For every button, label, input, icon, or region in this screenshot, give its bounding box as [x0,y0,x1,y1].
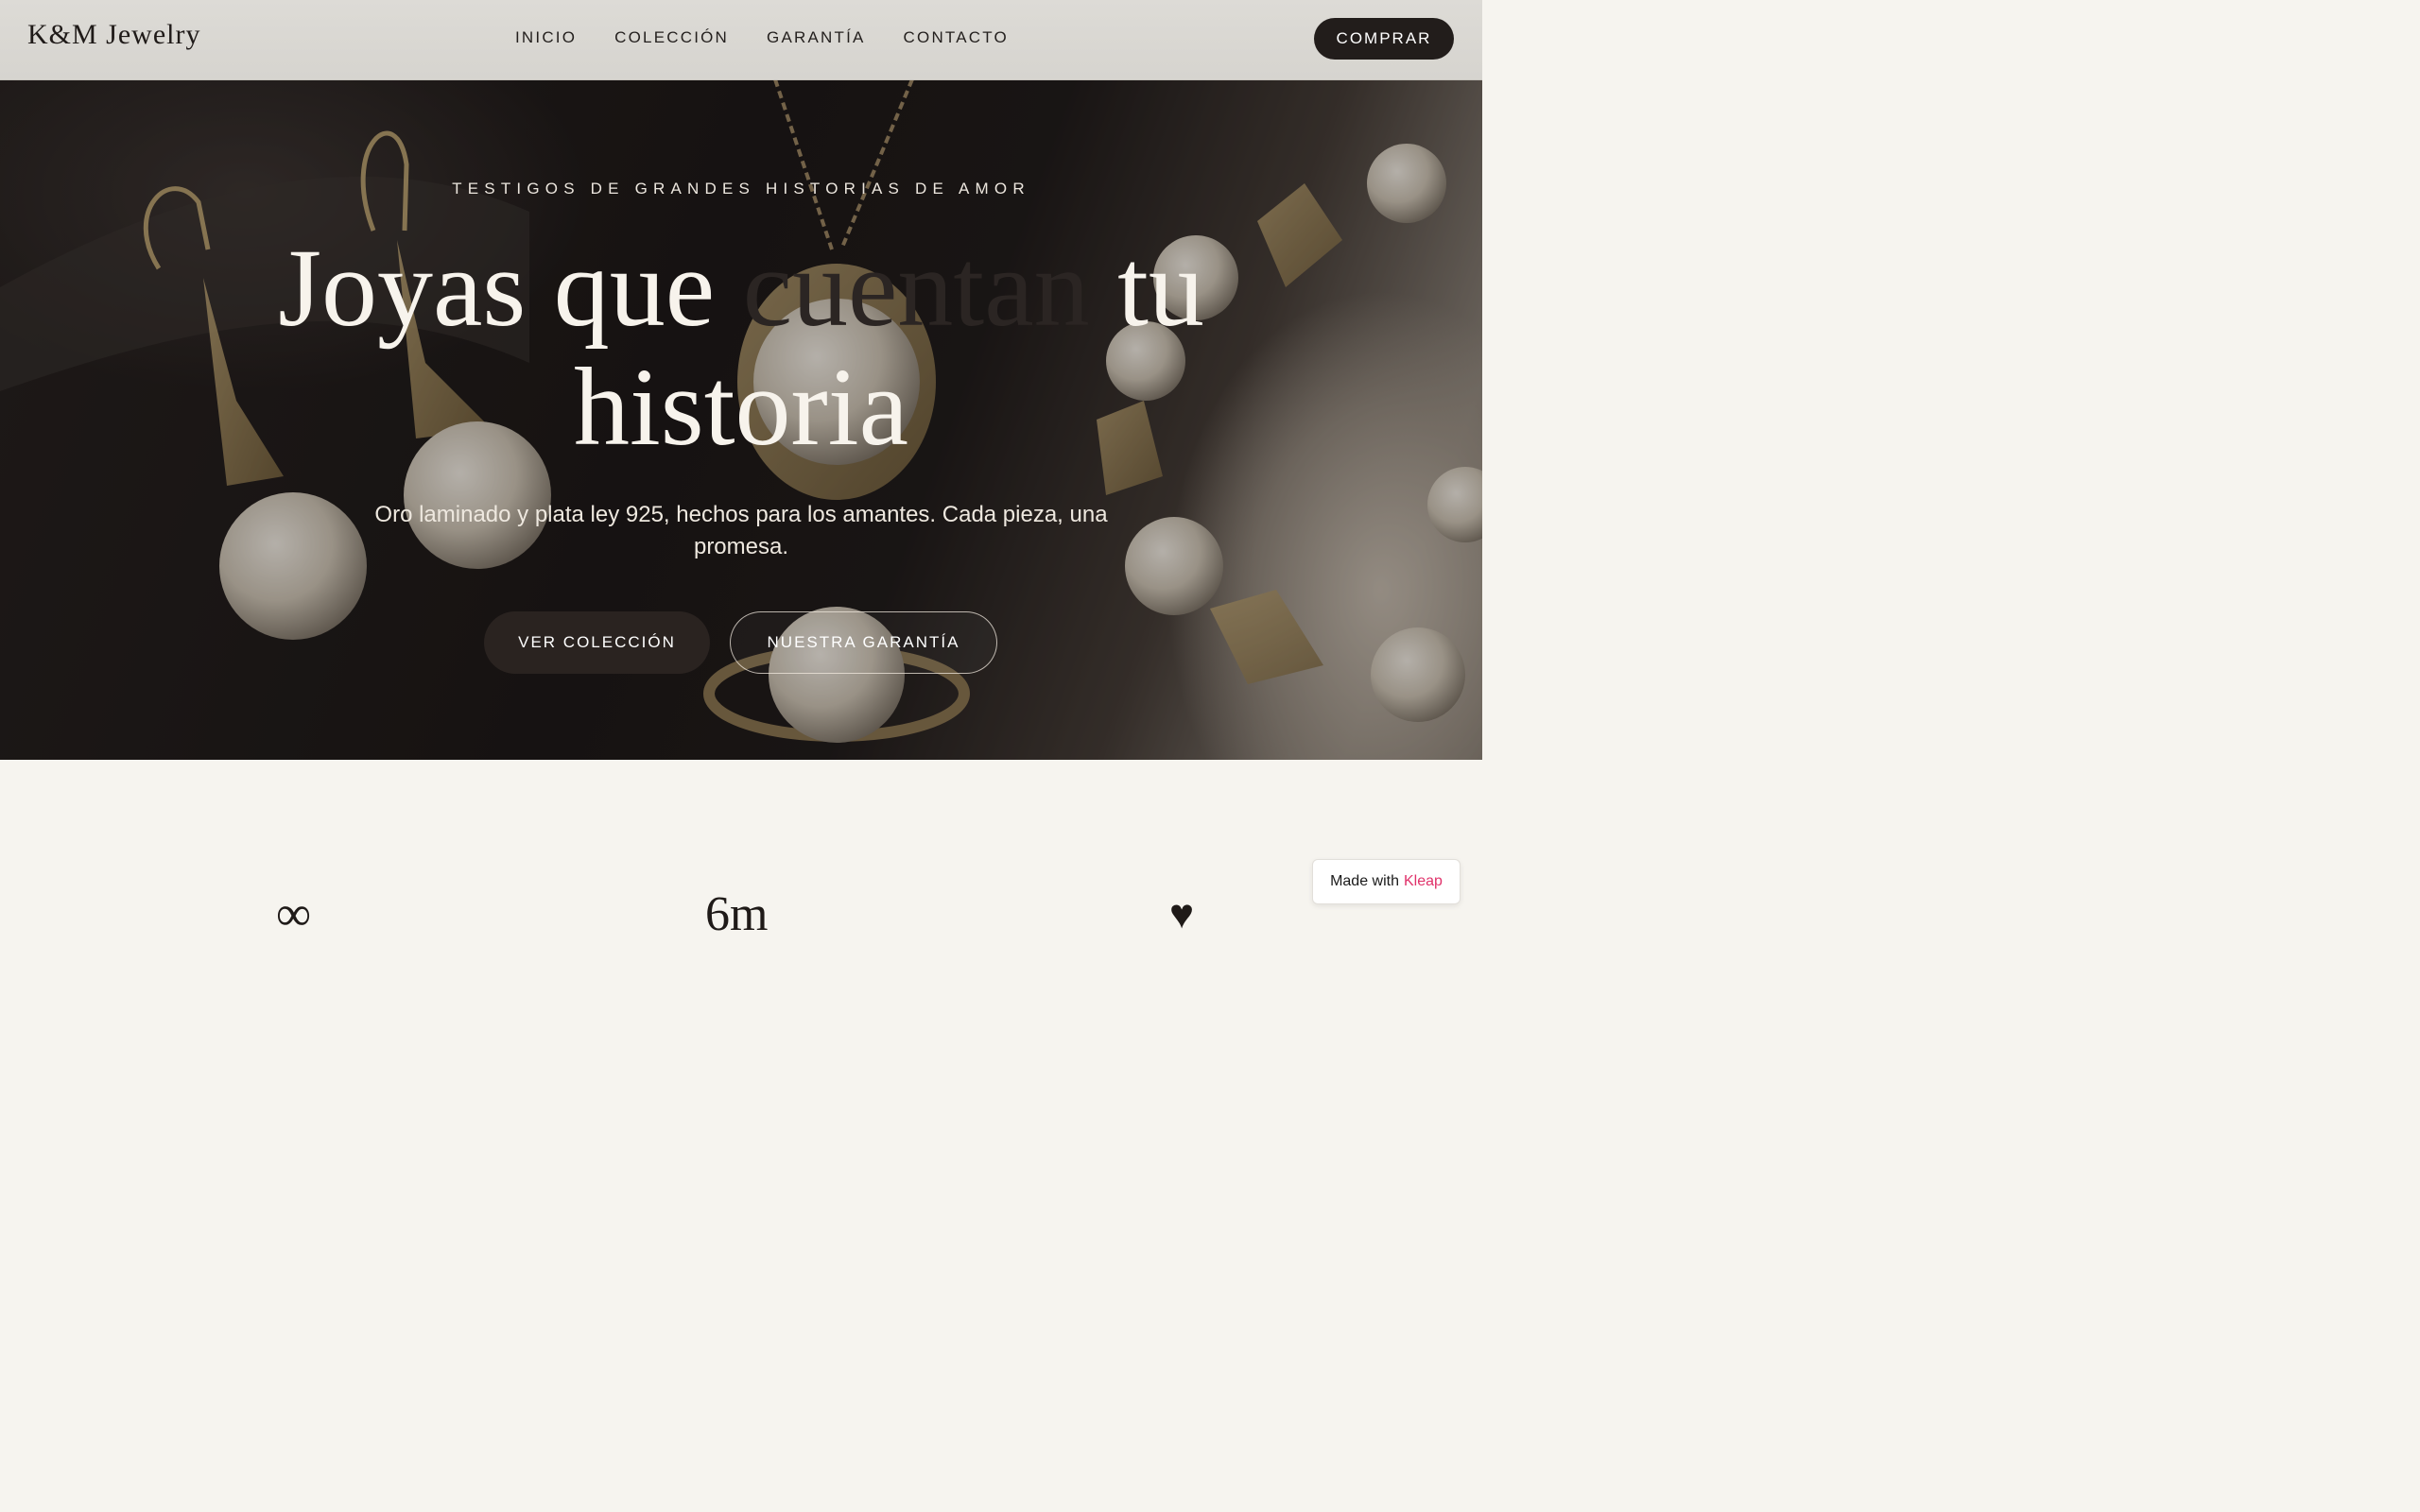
brand-logo[interactable]: K&M Jewelry [27,19,200,51]
heart-icon: ♥ [1169,891,1195,937]
hero-title-line2: historia [574,345,908,469]
made-with-badge[interactable]: Made with Kleap [1312,859,1461,904]
hero-title-part2: tu [1089,226,1204,350]
buy-button[interactable]: COMPRAR [1314,18,1454,60]
hero-section: TESTIGOS DE GRANDES HISTORIAS DE AMOR Jo… [0,79,1482,760]
badge-brand: Kleap [1404,873,1443,889]
nav-link-inicio[interactable]: INICIO [515,28,577,47]
hero-eyebrow: TESTIGOS DE GRANDES HISTORIAS DE AMOR [452,180,1030,198]
badge-prefix: Made with [1330,873,1399,889]
guarantee-button[interactable]: NUESTRA GARANTÍA [730,611,997,674]
main-nav: INICIO COLECCIÓN GARANTÍA CONTACTO [515,28,1009,47]
hero-title-part1: Joyas que [278,226,743,350]
nav-link-coleccion[interactable]: COLECCIÓN [614,28,729,47]
hero-subtitle: Oro laminado y plata ley 925, hechos par… [374,502,1108,559]
site-header: K&M Jewelry INICIO COLECCIÓN GARANTÍA CO… [0,0,1482,80]
infinity-icon: ∞ [276,887,312,941]
view-collection-button[interactable]: VER COLECCIÓN [484,611,710,674]
hero-title: Joyas que cuentan tu historia [0,229,1482,467]
hero-title-muted: cuentan [742,226,1090,350]
stat-months: 6m [705,887,769,941]
nav-link-contacto[interactable]: CONTACTO [904,28,1009,47]
nav-link-garantia[interactable]: GARANTÍA [767,28,866,47]
